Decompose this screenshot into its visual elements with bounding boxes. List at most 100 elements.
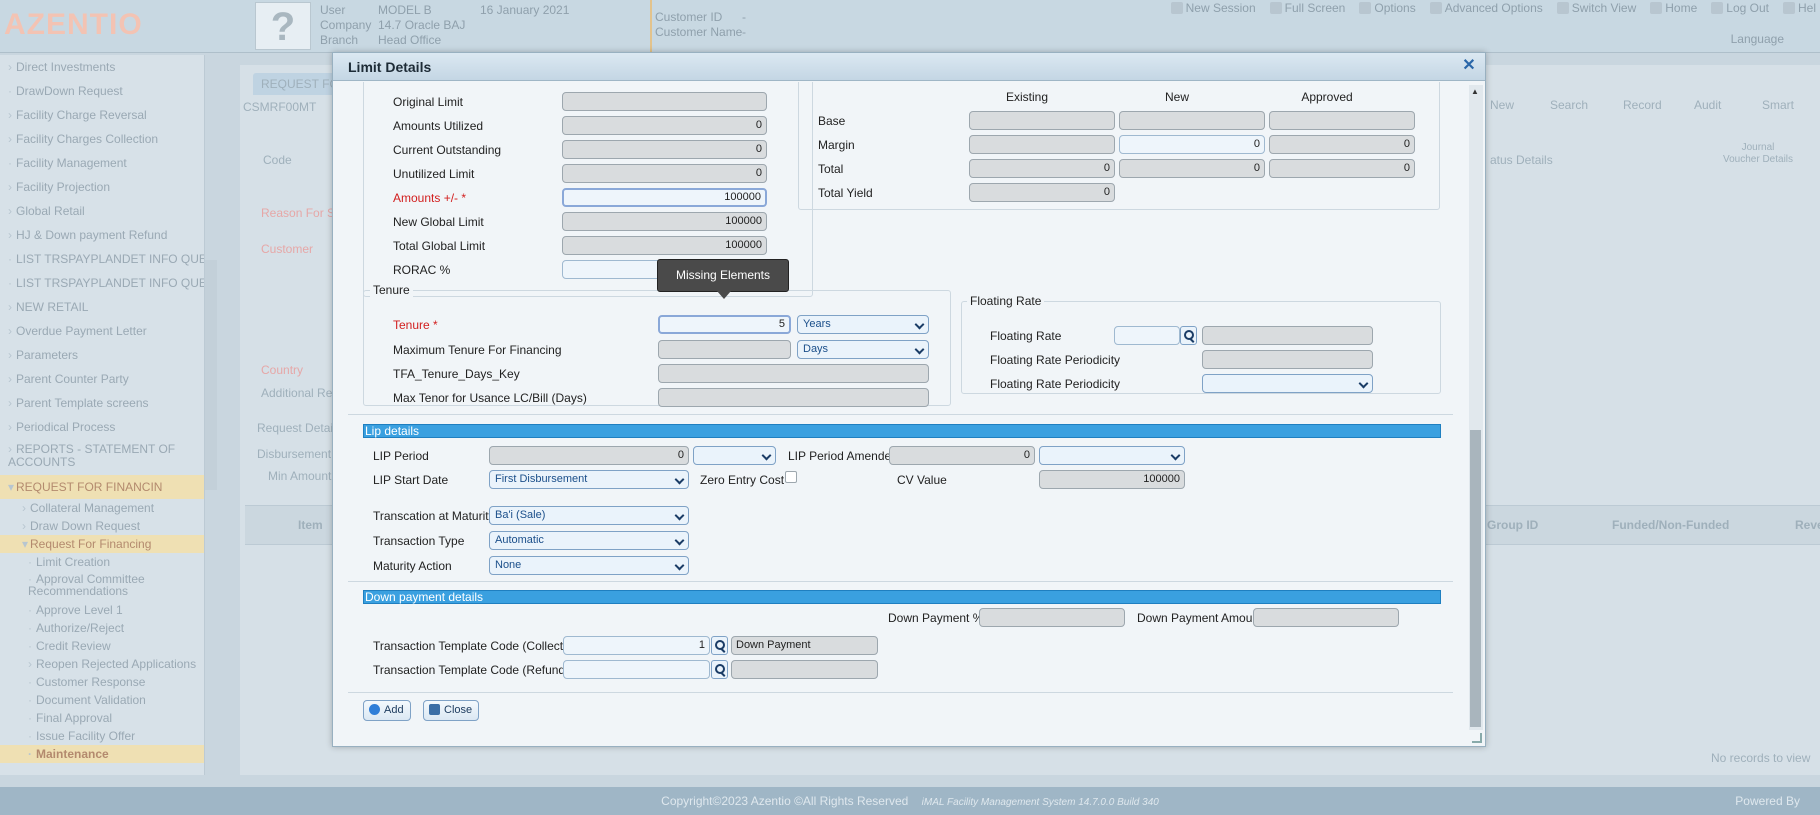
base-approved-field — [1269, 111, 1415, 130]
floating-rate-desc-field — [1202, 326, 1373, 345]
sidebar-leaf[interactable]: · Issue Facility Offer — [0, 727, 204, 745]
sidebar-item[interactable]: › Direct Investments — [0, 55, 204, 79]
tenure-input[interactable]: 5 — [658, 315, 791, 334]
sidebar-item[interactable]: · LIST TRSPAYPLANDET INFO QUERY — [0, 271, 204, 295]
advanced-options-link[interactable]: Advanced Options — [1429, 1, 1543, 15]
maturity-action-select[interactable]: None — [489, 556, 689, 575]
sidebar-item[interactable]: › Parameters — [0, 343, 204, 367]
base-new-field — [1119, 111, 1265, 130]
max-tenure-label: Maximum Tenure For Financing — [393, 343, 562, 357]
col-approved-label: Approved — [1301, 90, 1353, 104]
floating-rate-label: Floating Rate — [990, 329, 1062, 343]
sidebar-item[interactable]: › Overdue Payment Letter — [0, 319, 204, 343]
tfa-tenure-field — [658, 364, 929, 383]
new-session-link[interactable]: New Session — [1170, 1, 1256, 15]
close-icon[interactable]: ✕ — [1461, 58, 1477, 74]
section-divider — [348, 581, 1453, 582]
sidebar-leaf[interactable]: · Approval Committee Recommendations — [0, 571, 204, 601]
template-collection-input[interactable]: 1 — [563, 636, 710, 655]
sidebar-leaf[interactable]: · Limit Creation — [0, 553, 204, 571]
sidebar-item[interactable]: › NEW RETAIL — [0, 295, 204, 319]
sidebar-leaf[interactable]: · Customer Response — [0, 673, 204, 691]
amounts-plus-minus-input[interactable]: 100000 — [562, 188, 767, 207]
sidebar-subitem-active[interactable]: ▾ Request For Financing — [0, 535, 204, 553]
rorac-input[interactable] — [562, 260, 662, 279]
copyright-text: Copyright©2023 Azentio ©All Rights Reser… — [661, 794, 909, 808]
cv-value-label: CV Value — [897, 473, 947, 487]
dialog-title: Limit Details — [333, 53, 1485, 81]
language-selector[interactable]: Language — [1731, 32, 1784, 46]
total-label: Total — [818, 162, 844, 176]
sidebar-item-active[interactable]: ▾ REQUEST FOR FINANCIN — [0, 475, 204, 499]
sidebar-leaf[interactable]: · Document Validation — [0, 691, 204, 709]
missing-elements-tooltip: Missing Elements — [657, 259, 789, 299]
sidebar-item[interactable]: › Parent Counter Party — [0, 367, 204, 391]
dialog-scroll-thumb[interactable] — [1470, 430, 1481, 727]
down-payment-amount-label: Down Payment Amount — [1137, 611, 1263, 625]
tenure-unit-select[interactable]: Years — [797, 315, 929, 334]
lip-period-amended-unit-select[interactable] — [1039, 446, 1185, 465]
background-journal-voucher: Journal Voucher Details — [1722, 142, 1794, 165]
options-link[interactable]: Options — [1359, 1, 1416, 15]
col-existing-label: Existing — [1005, 90, 1049, 104]
full-screen-icon — [1269, 2, 1282, 14]
sidebar-leaf[interactable]: · Final Approval — [0, 709, 204, 727]
sidebar-item[interactable]: › Facility Projection — [0, 175, 204, 199]
template-refund-search-icon[interactable] — [711, 660, 728, 679]
sidebar-item[interactable]: › REPORTS - STATEMENT OF ACCOUNTS — [0, 439, 204, 475]
resize-handle-icon[interactable] — [1472, 733, 1482, 743]
dialog-scrollbar[interactable]: ▲ — [1469, 85, 1483, 730]
zero-entry-cost-checkbox[interactable] — [785, 471, 797, 483]
sidebar-leaf[interactable]: · Credit Review — [0, 637, 204, 655]
close-button[interactable]: Close — [423, 700, 480, 721]
sidebar-leaf[interactable]: › Reopen Rejected Applications — [0, 655, 204, 673]
background-col-item: Item — [298, 518, 323, 532]
full-screen-link[interactable]: Full Screen — [1269, 1, 1345, 15]
total-approved-field: 0 — [1269, 159, 1415, 178]
sidebar-item[interactable]: · LIST TRSPAYPLANDET INFO QUERY — [0, 247, 204, 271]
margin-new-input[interactable]: 0 — [1119, 135, 1265, 154]
sidebar-subitem[interactable]: › Draw Down Request — [0, 517, 204, 535]
floating-rate-periodicity-select[interactable] — [1202, 374, 1373, 393]
sidebar-item[interactable]: › Parent Template screens — [0, 391, 204, 415]
sidebar-item[interactable]: › Global Retail — [0, 199, 204, 223]
floating-rate-input[interactable] — [1114, 326, 1180, 345]
sidebar-subitem[interactable]: › Collateral Management — [0, 499, 204, 517]
help-icon — [1782, 2, 1795, 14]
sidebar-leaf[interactable]: · Authorize/Reject — [0, 619, 204, 637]
max-tenure-unit-select[interactable]: Days — [797, 340, 929, 359]
transaction-type-select[interactable]: Automatic — [489, 531, 689, 550]
add-button[interactable]: Add — [363, 700, 411, 721]
total-new-field: 0 — [1119, 159, 1265, 178]
template-refund-input[interactable] — [563, 660, 710, 679]
transaction-at-maturity-select[interactable]: Ba'i (Sale) — [489, 506, 689, 525]
original-limit-field — [562, 92, 767, 111]
floating-rate-search-icon[interactable] — [1180, 326, 1197, 345]
sidebar-leaf-active[interactable]: · Maintenance — [0, 745, 204, 763]
lip-start-date-select[interactable]: First Disbursement — [489, 470, 689, 489]
footer: Copyright©2023 Azentio ©All Rights Reser… — [0, 787, 1820, 815]
log-out-link[interactable]: Log Out — [1711, 1, 1769, 15]
home-link[interactable]: Home — [1650, 1, 1697, 15]
help-link[interactable]: Hel — [1782, 1, 1816, 15]
background-request-details: Request Details — [257, 421, 342, 435]
lip-period-unit-select[interactable] — [693, 446, 776, 465]
sidebar-item[interactable]: · Facility Management — [0, 151, 204, 175]
sidebar-item[interactable]: › Facility Charge Reversal — [0, 103, 204, 127]
avatar[interactable]: ? — [255, 2, 311, 50]
floating-rate-periodicity2-label: Floating Rate Periodicity — [990, 377, 1121, 391]
sidebar-item[interactable]: › HJ & Down payment Refund — [0, 223, 204, 247]
sidebar-item[interactable]: › Facility Charges Collection — [0, 127, 204, 151]
add-icon — [369, 704, 380, 715]
switch-view-link[interactable]: Switch View — [1556, 1, 1636, 15]
lip-details-header: Lip details — [363, 424, 1441, 438]
sidebar-scrollbar[interactable] — [205, 260, 217, 490]
header-links: New Session Full Screen Options Advanced… — [1170, 0, 1816, 16]
sidebar-leaf[interactable]: · Approve Level 1 — [0, 601, 204, 619]
scroll-up-icon[interactable]: ▲ — [1471, 87, 1479, 96]
floating-rate-periodicity-label: Floating Rate Periodicity — [990, 353, 1121, 367]
sidebar-item[interactable]: · DrawDown Request — [0, 79, 204, 103]
template-collection-search-icon[interactable] — [711, 636, 728, 655]
tenure-legend: Tenure — [370, 283, 413, 297]
sidebar-item[interactable]: › Periodical Process — [0, 415, 204, 439]
